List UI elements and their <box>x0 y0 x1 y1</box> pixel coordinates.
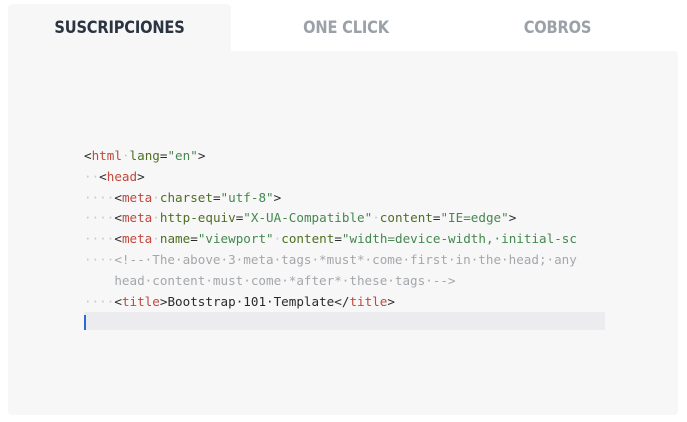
tab-cobros[interactable]: COBROS <box>465 4 650 51</box>
code-line: ··<head> <box>84 168 145 184</box>
tab-suscripciones[interactable]: SUSCRIPCIONES <box>23 4 216 51</box>
tab-one-click[interactable]: ONE CLICK <box>251 4 440 51</box>
code-line: head·content·must·come·*after*·these·tag… <box>114 272 456 288</box>
code-line: ····<meta·http-equiv="X-UA-Compatible"·c… <box>84 210 517 226</box>
code-line: ····<!--·The·above·3·meta·tags·*must*·co… <box>84 251 577 267</box>
code-line: ····<title>Bootstrap·101·Template</title… <box>84 293 395 309</box>
active-code-line[interactable] <box>84 312 605 330</box>
code-line: <html·lang="en"> <box>84 148 206 163</box>
text-caret <box>84 315 86 330</box>
code-line: ····<meta·name="viewport"·content="width… <box>84 231 577 247</box>
code-editor[interactable]: <html·lang="en"> ··<head> ····<meta·char… <box>84 146 605 330</box>
code-line: ····<meta·charset="utf-8"> <box>84 189 282 205</box>
